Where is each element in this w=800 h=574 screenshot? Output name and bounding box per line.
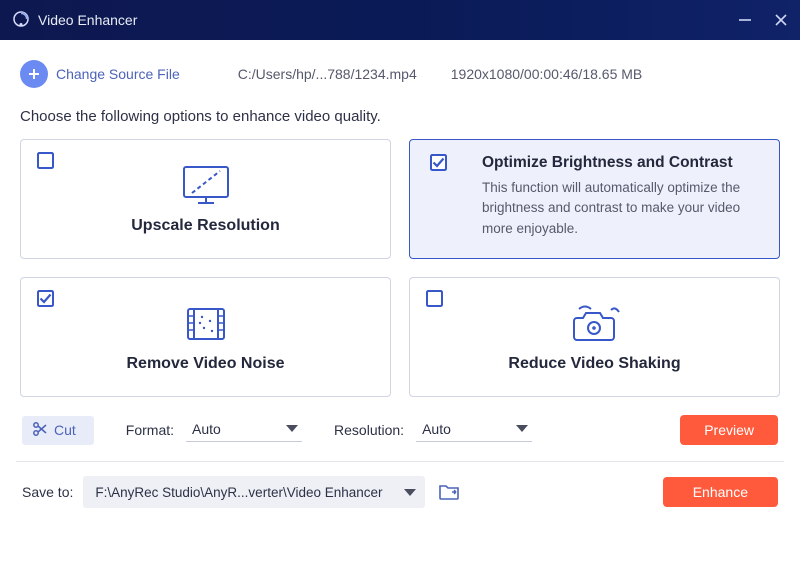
format-value: Auto xyxy=(192,421,221,437)
checkbox-icon[interactable] xyxy=(37,152,54,169)
chevron-down-icon xyxy=(516,425,528,432)
scissors-icon xyxy=(32,421,48,440)
checkbox-icon[interactable] xyxy=(426,290,443,307)
app-logo-icon xyxy=(12,10,30,31)
app-title: Video Enhancer xyxy=(38,12,137,28)
chevron-down-icon xyxy=(286,425,298,432)
option-optimize-brightness[interactable]: Optimize Brightness and Contrast This fu… xyxy=(409,139,780,259)
option-upscale-resolution[interactable]: Upscale Resolution xyxy=(20,139,391,259)
cut-label: Cut xyxy=(54,422,76,438)
preview-button[interactable]: Preview xyxy=(680,415,778,445)
save-path-text: F:\AnyRec Studio\AnyR...verter\Video Enh… xyxy=(83,485,394,500)
checkbox-checked-icon[interactable] xyxy=(37,290,54,307)
option-title: Reduce Video Shaking xyxy=(508,355,680,373)
add-source-button[interactable] xyxy=(20,60,48,88)
source-fileinfo: 1920x1080/00:00:46/18.65 MB xyxy=(451,66,643,82)
footer-bar: Save to: F:\AnyRec Studio\AnyR...verter\… xyxy=(16,461,784,508)
change-source-link[interactable]: Change Source File xyxy=(56,66,180,82)
resolution-label: Resolution: xyxy=(334,422,404,438)
options-grid: Upscale Resolution Optimize Brightness a… xyxy=(16,139,784,397)
format-dropdown[interactable]: Auto xyxy=(186,419,302,442)
option-reduce-shaking[interactable]: Reduce Video Shaking xyxy=(409,277,780,397)
format-label: Format: xyxy=(126,422,174,438)
close-button[interactable] xyxy=(772,11,790,29)
save-path-dropdown[interactable] xyxy=(395,476,425,508)
option-remove-noise[interactable]: Remove Video Noise xyxy=(20,277,391,397)
source-filepath: C:/Users/hp/...788/1234.mp4 xyxy=(238,66,417,82)
monitor-icon xyxy=(178,163,234,209)
browse-folder-button[interactable] xyxy=(435,480,463,504)
source-row: Change Source File C:/Users/hp/...788/12… xyxy=(16,58,784,98)
film-noise-icon xyxy=(178,301,234,347)
chevron-down-icon xyxy=(404,489,416,496)
camera-shake-icon xyxy=(565,301,625,347)
option-title: Optimize Brightness and Contrast xyxy=(482,154,755,172)
option-description: This function will automatically optimiz… xyxy=(482,178,755,239)
enhance-button[interactable]: Enhance xyxy=(663,477,778,507)
title-bar: Video Enhancer xyxy=(0,0,800,40)
checkbox-checked-icon[interactable] xyxy=(430,154,447,171)
instruction-text: Choose the following options to enhance … xyxy=(16,98,784,139)
save-to-label: Save to: xyxy=(22,484,73,500)
main-panel: Change Source File C:/Users/hp/...788/12… xyxy=(8,48,792,574)
controls-bar: Cut Format: Auto Resolution: Auto Previe… xyxy=(16,397,784,455)
option-title: Remove Video Noise xyxy=(127,355,285,373)
resolution-dropdown[interactable]: Auto xyxy=(416,419,532,442)
cut-button[interactable]: Cut xyxy=(22,416,94,445)
option-title: Upscale Resolution xyxy=(131,217,279,235)
resolution-value: Auto xyxy=(422,421,451,437)
minimize-button[interactable] xyxy=(736,11,754,29)
save-path-box: F:\AnyRec Studio\AnyR...verter\Video Enh… xyxy=(83,476,424,508)
